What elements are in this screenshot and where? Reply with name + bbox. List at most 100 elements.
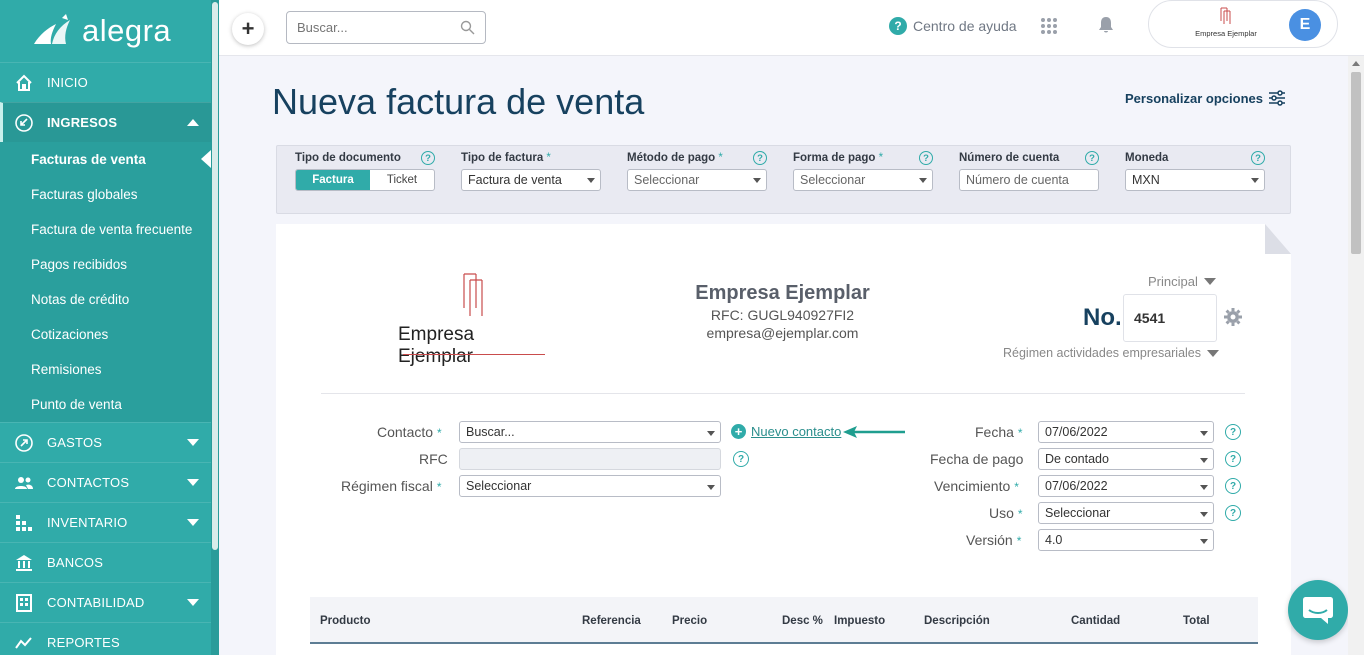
sidebar-item-label: INGRESOS	[47, 115, 118, 130]
toggle-factura[interactable]: Factura	[296, 170, 370, 190]
use-select[interactable]: Seleccionar	[1038, 502, 1214, 524]
sidebar-item-label: INVENTARIO	[47, 515, 128, 530]
due-date-label: Vencimiento *	[934, 478, 1019, 494]
payment-method-group: Método de pago * ? Seleccionar	[627, 151, 767, 191]
submenu-cotizaciones[interactable]: Cotizaciones	[0, 317, 211, 352]
regime-select[interactable]: Régimen actividades empresariales	[1003, 346, 1220, 360]
customize-options-button[interactable]: Personalizar opciones	[1125, 89, 1286, 107]
contact-label: Contacto *	[377, 424, 442, 440]
fiscal-regime-select[interactable]: Seleccionar	[459, 475, 721, 497]
sidebar-item-inicio[interactable]: INICIO	[0, 62, 211, 102]
payment-date-select[interactable]: De contado	[1038, 448, 1214, 470]
add-new-button[interactable]: +	[232, 13, 264, 45]
plus-circle-icon: +	[731, 424, 746, 439]
help-icon[interactable]: ?	[753, 151, 767, 165]
company-info: Empresa Ejemplar RFC: GUGL940927FI2 empr…	[640, 282, 925, 341]
rfc-input[interactable]	[459, 448, 721, 470]
page-scrollbar[interactable]	[1348, 56, 1364, 655]
toggle-ticket[interactable]: Ticket	[370, 170, 434, 190]
scroll-up-icon[interactable]	[1352, 61, 1360, 66]
help-icon[interactable]: ?	[1085, 151, 1099, 165]
search-input[interactable]	[287, 12, 447, 43]
due-date-select[interactable]: 07/06/2022	[1038, 475, 1214, 497]
chat-button[interactable]	[1288, 580, 1348, 640]
sidebar-scrollbar-thumb[interactable]	[212, 2, 218, 550]
payment-form-value: Seleccionar	[800, 173, 866, 187]
chevron-down-icon	[919, 178, 927, 183]
reports-icon	[14, 633, 34, 653]
sidebar-item-label: CONTABILIDAD	[47, 595, 145, 610]
payment-date-label: Fecha de pago	[930, 451, 1023, 467]
chevron-down-icon	[1200, 485, 1208, 490]
company-logo[interactable]: Empresa Ejemplar	[395, 268, 550, 367]
required-mark: *	[546, 152, 551, 164]
version-value: 4.0	[1045, 533, 1063, 547]
submenu-punto-de-venta[interactable]: Punto de venta	[0, 387, 211, 422]
sidebar-item-label: INICIO	[47, 75, 88, 90]
help-center-link[interactable]: ? Centro de ayuda	[889, 17, 1017, 35]
company-logo-mark-icon	[463, 273, 483, 316]
help-icon[interactable]: ?	[1225, 478, 1241, 494]
sidebar-item-ingresos[interactable]: INGRESOS	[0, 102, 211, 142]
column-referencia: Referencia	[582, 615, 641, 627]
search-icon[interactable]	[460, 20, 475, 35]
required-mark: *	[437, 426, 442, 440]
version-label-text: Versión	[966, 532, 1013, 548]
submenu-facturas-de-venta[interactable]: Facturas de venta	[0, 142, 211, 177]
payment-form-select[interactable]: Seleccionar	[793, 169, 933, 191]
help-icon[interactable]: ?	[421, 151, 435, 165]
sidebar-item-contactos[interactable]: CONTACTOS	[0, 462, 211, 502]
submenu-notas-de-credito[interactable]: Notas de crédito	[0, 282, 211, 317]
customize-options-label: Personalizar opciones	[1125, 90, 1263, 106]
help-icon[interactable]: ?	[733, 451, 749, 467]
currency-select[interactable]: MXN	[1125, 169, 1265, 191]
payment-form-label-text: Forma de pago	[793, 152, 876, 164]
sidebar-item-bancos[interactable]: BANCOS	[0, 542, 211, 582]
column-impuesto: Impuesto	[834, 615, 886, 627]
submenu-remisiones[interactable]: Remisiones	[0, 352, 211, 387]
account-number-input[interactable]: Número de cuenta	[959, 169, 1099, 191]
notifications-bell-icon[interactable]	[1098, 16, 1114, 34]
fiscal-regime-label: Régimen fiscal *	[341, 478, 442, 494]
numbering-template-select[interactable]: Principal	[1148, 274, 1216, 289]
version-select[interactable]: 4.0	[1038, 529, 1214, 551]
page-scrollbar-thumb[interactable]	[1351, 72, 1361, 254]
sidebar-item-contabilidad[interactable]: CONTABILIDAD	[0, 582, 211, 622]
use-label: Uso *	[989, 505, 1023, 521]
help-icon[interactable]: ?	[1225, 505, 1241, 521]
rfc-label-text: RFC	[419, 451, 448, 467]
payment-form-group: Forma de pago * ? Seleccionar	[793, 151, 933, 191]
gear-icon[interactable]	[1224, 308, 1242, 326]
expenses-icon	[14, 433, 34, 453]
use-value: Seleccionar	[1045, 506, 1111, 520]
profile-menu[interactable]: Empresa Ejemplar E	[1148, 0, 1338, 48]
currency-group: Moneda ? MXN	[1125, 151, 1265, 191]
chevron-down-icon	[753, 178, 761, 183]
brand[interactable]: alegra	[0, 0, 219, 62]
accounting-icon	[14, 593, 34, 613]
submenu-pagos-recibidos[interactable]: Pagos recibidos	[0, 247, 211, 282]
avatar[interactable]: E	[1289, 9, 1321, 41]
apps-grid-icon[interactable]	[1040, 17, 1058, 35]
payment-method-select[interactable]: Seleccionar	[627, 169, 767, 191]
sidebar-item-reportes[interactable]: REPORTES	[0, 622, 211, 655]
help-icon[interactable]: ?	[1225, 424, 1241, 440]
help-icon[interactable]: ?	[1251, 151, 1265, 165]
help-icon[interactable]: ?	[919, 151, 933, 165]
help-icon[interactable]: ?	[1225, 451, 1241, 467]
invoice-number-input[interactable]: 4541	[1123, 294, 1217, 342]
submenu-factura-venta-frecuente[interactable]: Factura de venta frecuente	[0, 212, 211, 247]
required-mark: *	[1014, 480, 1019, 494]
sidebar-item-inventario[interactable]: INVENTARIO	[0, 502, 211, 542]
payment-form-label: Forma de pago *	[793, 152, 933, 166]
invoice-type-select[interactable]: Factura de venta	[461, 169, 601, 191]
contact-select[interactable]: Buscar...	[459, 421, 721, 443]
new-contact-link[interactable]: + Nuevo contacto	[731, 424, 841, 439]
rfc-label: RFC	[419, 451, 448, 467]
sidebar-item-gastos[interactable]: GASTOS	[0, 422, 211, 462]
profile-company-name: Empresa Ejemplar	[1195, 29, 1257, 38]
column-precio: Precio	[672, 615, 708, 627]
submenu-facturas-globales[interactable]: Facturas globales	[0, 177, 211, 212]
sidebar-scrollbar[interactable]	[211, 0, 219, 655]
date-select[interactable]: 07/06/2022	[1038, 421, 1214, 443]
